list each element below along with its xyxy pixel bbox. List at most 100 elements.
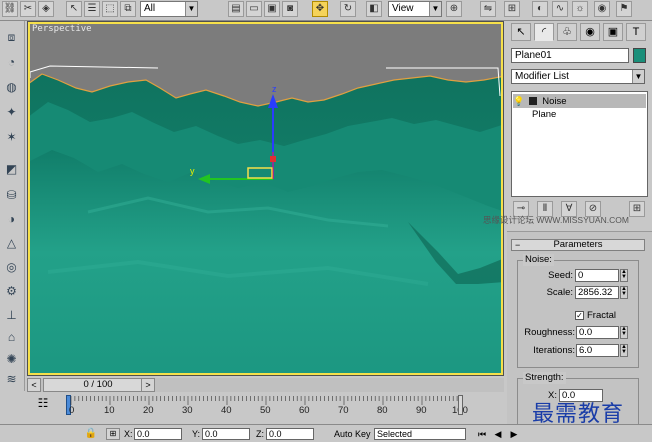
motion-tab-icon[interactable]: ◉ xyxy=(580,23,600,41)
rectangular-selection-icon[interactable]: ⬚ xyxy=(102,1,118,17)
pyramid-icon[interactable]: ⌂ xyxy=(3,329,20,346)
expand-icon[interactable] xyxy=(528,97,537,105)
fractal-label: Fractal xyxy=(587,310,617,321)
wave-icon[interactable]: ≋ xyxy=(3,371,20,388)
tube-icon[interactable]: ◑ xyxy=(3,211,20,228)
end-frame-marker[interactable] xyxy=(458,395,463,415)
absolute-mode-icon[interactable]: ⊞ xyxy=(106,428,120,440)
selected-dropdown-value: Selected xyxy=(377,429,413,439)
lock-selection-icon[interactable]: 🔒 xyxy=(84,427,98,440)
iterations-input[interactable]: 6.0 xyxy=(576,344,619,357)
align-icon[interactable]: ⊞ xyxy=(504,1,520,17)
y-coord-field[interactable]: 0.0 xyxy=(202,428,250,440)
crossing-icon[interactable]: ▣ xyxy=(264,1,280,17)
plane-icon[interactable]: ⊥ xyxy=(3,307,20,324)
geometry-icon[interactable]: ◔ xyxy=(3,54,20,71)
select-and-move-icon[interactable]: ✥ xyxy=(312,1,328,17)
display-tab-icon[interactable]: ▣ xyxy=(603,23,623,41)
seed-input[interactable]: 0 xyxy=(575,269,619,282)
stack-item-label: Plane xyxy=(532,109,557,120)
selection-filter-value: All xyxy=(144,3,156,14)
cylinder-icon[interactable]: ⛁ xyxy=(3,187,20,204)
fractal-checkbox[interactable]: ✓ xyxy=(575,311,584,320)
pivot-center-icon[interactable]: ⊕ xyxy=(446,1,462,17)
tick-label-10: 10 xyxy=(104,405,115,416)
parameters-rollout-header[interactable]: − Parameters xyxy=(511,239,645,251)
select-and-scale-icon[interactable]: ◧ xyxy=(366,1,382,17)
sphere-icon[interactable]: ◍ xyxy=(3,79,20,96)
chevron-left-icon[interactable]: < xyxy=(27,378,41,392)
window-crossing-icon[interactable]: ⧉ xyxy=(120,1,136,17)
roughness-spinner[interactable]: ▲ ▼ xyxy=(620,326,628,339)
stack-item-plane[interactable]: Plane xyxy=(532,108,556,122)
main-toolbar: ⛓ ✂ ◈ ↖ ☰ ⬚ ⧉ All ▼ ▤ ▭ ▣ ◙ ✥ ↻ ◧ View ▼… xyxy=(0,0,652,21)
perspective-viewport[interactable]: z y Perspective xyxy=(27,21,504,376)
create-object-icon[interactable]: ⧈ xyxy=(3,29,20,46)
unlink-icon[interactable]: ✂ xyxy=(20,1,36,17)
chevron-right-icon[interactable]: > xyxy=(141,378,155,392)
gizmo-z-label: z xyxy=(272,84,277,94)
chevron-down-icon: ▼ xyxy=(429,2,441,16)
object-color-swatch[interactable] xyxy=(633,48,646,63)
light-icon[interactable]: ✦ xyxy=(3,104,20,121)
roughness-input[interactable]: 0.0 xyxy=(576,326,619,339)
particle-icon[interactable]: ✺ xyxy=(3,351,20,368)
select-by-name-icon[interactable]: ☰ xyxy=(84,1,100,17)
reference-coord-dropdown[interactable]: View ▼ xyxy=(388,1,442,17)
material-editor-icon[interactable]: ◐ xyxy=(532,1,548,17)
mirror-icon[interactable]: ⇋ xyxy=(480,1,496,17)
window-icon[interactable]: ◙ xyxy=(282,1,298,17)
noise-group-title: Noise: xyxy=(523,254,554,266)
box-icon[interactable]: ◩ xyxy=(3,161,20,178)
scale-spinner[interactable]: ▲ ▼ xyxy=(620,286,628,299)
viewport-label[interactable]: Perspective xyxy=(32,24,92,34)
near-ridge xyxy=(28,150,503,375)
stack-item-label: Noise xyxy=(542,96,567,107)
helpers-icon[interactable]: ✶ xyxy=(3,129,20,146)
lightbulb-icon[interactable]: 💡 xyxy=(513,94,524,108)
torus-icon[interactable]: ◎ xyxy=(3,259,20,276)
modifier-list-dropdown[interactable]: Modifier List ▼ xyxy=(511,69,645,84)
render-last-icon[interactable]: ⚑ xyxy=(616,1,632,17)
gizmo-center[interactable] xyxy=(270,156,276,162)
track-bar[interactable]: ☷ 0 10 20 30 40 50 60 70 80 90 100 xyxy=(27,392,504,420)
time-slider[interactable]: < 0 / 100 > xyxy=(27,378,504,392)
strength-group-title: Strength: xyxy=(523,372,566,384)
modify-tab-icon[interactable]: ◜ xyxy=(534,23,554,41)
x-coord-label: X: xyxy=(124,429,133,439)
bind-space-warp-icon[interactable]: ◈ xyxy=(38,1,54,17)
frame-display[interactable]: 0 / 100 xyxy=(43,378,153,392)
select-and-rotate-icon[interactable]: ↻ xyxy=(340,1,356,17)
roughness-label: Roughness: xyxy=(524,327,575,338)
create-tab-icon[interactable]: ↖ xyxy=(511,23,531,41)
play-icon[interactable]: ▶ xyxy=(508,428,520,440)
hierarchy-tab-icon[interactable]: ♧ xyxy=(557,23,577,41)
z-coord-field[interactable]: 0.0 xyxy=(266,428,314,440)
select-by-name-list-icon[interactable]: ▤ xyxy=(228,1,244,17)
modifier-list-label: Modifier List xyxy=(515,71,569,82)
auto-key-button[interactable]: Auto Key xyxy=(334,428,371,440)
quick-render-icon[interactable]: ◉ xyxy=(594,1,610,17)
command-panel: ↖ ◜ ♧ ◉ ▣ T Plane01 Modifier List ▼ 💡 No… xyxy=(483,21,652,442)
teapot-icon[interactable]: ⚙ xyxy=(3,283,20,300)
cone-icon[interactable]: △ xyxy=(3,235,20,252)
utilities-tab-icon[interactable]: T xyxy=(626,23,646,41)
curve-editor-icon[interactable]: ∿ xyxy=(552,1,568,17)
selection-filter-dropdown[interactable]: All ▼ xyxy=(140,1,198,17)
select-object-icon[interactable]: ↖ xyxy=(66,1,82,17)
region-select-icon[interactable]: ▭ xyxy=(246,1,262,17)
scale-input[interactable]: 2856.32 xyxy=(575,286,619,299)
tick-label-80: 80 xyxy=(377,405,388,416)
object-name-field[interactable]: Plane01 xyxy=(511,48,629,63)
x-coord-field[interactable]: 0.0 xyxy=(134,428,182,440)
tick-label-30: 30 xyxy=(182,405,193,416)
stack-item-noise[interactable]: 💡 Noise xyxy=(513,94,646,108)
go-to-start-icon[interactable]: ⏮ xyxy=(476,428,488,440)
rollout-title: Parameters xyxy=(553,239,603,250)
seed-spinner[interactable]: ▲ ▼ xyxy=(620,269,628,282)
select-and-link-icon[interactable]: ⛓ xyxy=(2,1,18,17)
previous-frame-icon[interactable]: ◀ xyxy=(492,428,504,440)
iterations-spinner[interactable]: ▲ ▼ xyxy=(620,344,628,357)
selected-dropdown[interactable]: Selected xyxy=(374,428,466,440)
render-scene-icon[interactable]: ☼ xyxy=(572,1,588,17)
